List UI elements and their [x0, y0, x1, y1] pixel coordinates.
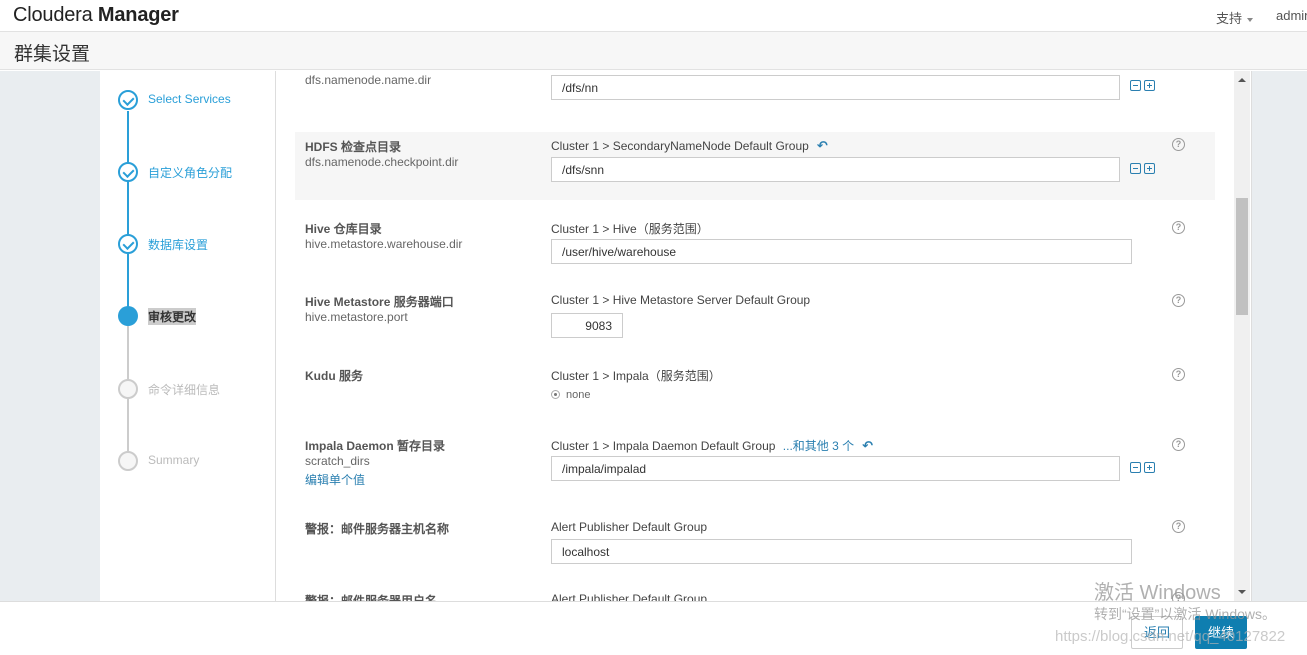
wizard-step-role-assignment[interactable]: 自定义角色分配	[118, 162, 278, 184]
setting-name: Impala Daemon 暂存目录	[305, 439, 446, 453]
setting-name: 警报：邮件服务器主机名称	[305, 522, 450, 536]
setting-name: HDFS 检查点目录	[305, 140, 402, 154]
metastore-port-input[interactable]	[551, 313, 623, 338]
help-icon[interactable]: ?	[1172, 592, 1185, 601]
wizard-step-label: 数据库设置	[148, 238, 209, 252]
setting-row-namenode-dir: dfs.namenode.name.dir	[295, 71, 1215, 121]
setting-row-alert-mail-host: 警报：邮件服务器主机名称 Alert Publisher Default Gro…	[295, 514, 1215, 574]
wizard-step-label: 自定义角色分配	[148, 166, 233, 180]
help-icon[interactable]: ?	[1172, 138, 1185, 151]
checkpoint-dir-input[interactable]	[551, 157, 1120, 182]
right-gutter	[1251, 71, 1307, 601]
setting-scope: Cluster 1 > Hive Metastore Server Defaul…	[551, 293, 811, 307]
progress-line-done	[127, 111, 129, 316]
setting-name: Kudu 服务	[305, 369, 363, 383]
setting-row-impala-scratch: Impala Daemon 暂存目录 scratch_dirs 编辑单个值 Cl…	[295, 431, 1215, 501]
scroll-down-arrow-icon[interactable]	[1238, 590, 1246, 594]
undo-icon[interactable]: ↶	[862, 438, 873, 454]
help-icon[interactable]: ?	[1172, 294, 1185, 307]
setting-scope: Cluster 1 > Impala Daemon Default Group …	[551, 437, 873, 454]
top-navbar: Cloudera Manager 支持 admin	[0, 0, 1307, 32]
edit-individual-values-link[interactable]: 编辑单个值	[305, 471, 365, 488]
wizard-step-label: Summary	[148, 453, 200, 467]
scroll-up-arrow-icon[interactable]	[1238, 78, 1246, 82]
settings-scrollbar[interactable]	[1234, 71, 1250, 601]
help-icon[interactable]: ?	[1172, 520, 1185, 533]
wizard-step-database-setup[interactable]: 数据库设置	[118, 234, 278, 256]
setting-key: hive.metastore.port	[305, 310, 408, 324]
wizard-step-select-services[interactable]: Select Services	[118, 90, 278, 112]
wizard-step-review-changes: 审核更改	[118, 306, 278, 328]
check-circle-icon	[118, 162, 138, 182]
brand-logo[interactable]: Cloudera Manager	[13, 4, 179, 27]
setting-row-alert-mail-user: 警报：邮件服务器用户名 Alert Publisher Default Grou…	[295, 586, 1215, 601]
setting-scope: Cluster 1 > Impala（服务范围）	[551, 369, 721, 383]
scrollbar-thumb[interactable]	[1236, 198, 1248, 315]
page-title: 群集设置	[14, 44, 91, 65]
radio-selected-icon	[551, 390, 560, 399]
check-circle-icon	[118, 234, 138, 254]
support-menu-label: 支持	[1216, 11, 1243, 26]
value-controls	[1130, 462, 1155, 473]
empty-circle-icon	[118, 379, 138, 399]
alert-mail-host-input[interactable]	[551, 539, 1132, 564]
back-button[interactable]: 返回	[1131, 616, 1184, 649]
brand-light: Cloudera	[13, 4, 93, 26]
setting-scope: Alert Publisher Default Group	[551, 592, 708, 601]
setting-key: dfs.namenode.checkpoint.dir	[305, 155, 459, 169]
undo-icon[interactable]: ↶	[817, 138, 828, 154]
radio-label: none	[566, 389, 591, 401]
setting-name: 警报：邮件服务器用户名	[305, 594, 438, 601]
add-value-icon[interactable]	[1144, 163, 1155, 174]
continue-button[interactable]: 继续	[1195, 616, 1248, 649]
setting-name: Hive Metastore 服务器端口	[305, 295, 454, 309]
setting-scope: Cluster 1 > Hive（服务范围）	[551, 222, 709, 236]
check-circle-icon	[118, 90, 138, 110]
namenode-dir-input[interactable]	[551, 75, 1120, 100]
user-menu-label: admin	[1276, 8, 1307, 23]
hive-warehouse-input[interactable]	[551, 239, 1132, 264]
wizard-step-summary: Summary	[118, 451, 278, 473]
other-groups-link[interactable]: ...和其他 3 个	[783, 439, 854, 453]
setting-scope: Alert Publisher Default Group	[551, 520, 708, 534]
impala-scratch-input[interactable]	[551, 456, 1120, 481]
setting-scope: Cluster 1 > SecondaryNameNode Default Gr…	[551, 138, 828, 154]
remove-value-icon[interactable]	[1130, 462, 1141, 473]
wizard-step-label: Select Services	[148, 92, 231, 106]
wizard-step-label: 审核更改	[148, 308, 197, 325]
help-icon[interactable]: ?	[1172, 221, 1185, 234]
setting-name: Hive 仓库目录	[305, 222, 382, 236]
current-step-dot-icon	[118, 306, 138, 326]
wizard-step-label: 命令详细信息	[148, 383, 221, 397]
setting-row-kudu-service: Kudu 服务 Cluster 1 > Impala（服务范围） ? none	[295, 361, 1215, 411]
help-icon[interactable]: ?	[1172, 368, 1185, 381]
add-value-icon[interactable]	[1144, 462, 1155, 473]
chevron-down-icon	[1247, 17, 1254, 22]
scope-label: Cluster 1 > Impala Daemon Default Group	[551, 439, 776, 453]
brand-bold: Manager	[97, 4, 179, 26]
support-menu[interactable]: 支持	[1216, 8, 1254, 27]
help-icon[interactable]: ?	[1172, 438, 1185, 451]
title-bar: 群集设置	[0, 32, 1307, 70]
value-controls	[1130, 163, 1155, 174]
remove-value-icon[interactable]	[1130, 80, 1141, 91]
setting-key: dfs.namenode.name.dir	[305, 73, 432, 87]
kudu-none-radio[interactable]: none	[551, 389, 590, 401]
scope-label: Cluster 1 > SecondaryNameNode Default Gr…	[551, 139, 809, 153]
wizard-step-command-details: 命令详细信息	[118, 379, 278, 401]
value-controls	[1130, 80, 1155, 91]
settings-panel: dfs.namenode.name.dir HDFS 检查点目录 dfs.nam…	[277, 71, 1234, 601]
add-value-icon[interactable]	[1144, 80, 1155, 91]
left-gutter	[0, 71, 100, 601]
remove-value-icon[interactable]	[1130, 163, 1141, 174]
user-menu[interactable]: admin	[1276, 8, 1307, 23]
empty-circle-icon	[118, 451, 138, 471]
setting-row-hive-metastore-port: Hive Metastore 服务器端口 hive.metastore.port…	[295, 287, 1215, 347]
setting-key: scratch_dirs	[305, 454, 370, 468]
wizard-footer: 返回 继续	[0, 601, 1307, 655]
setting-key: hive.metastore.warehouse.dir	[305, 237, 463, 251]
setting-row-hdfs-checkpoint: HDFS 检查点目录 dfs.namenode.checkpoint.dir C…	[295, 132, 1215, 200]
wizard-steps: Select Services 自定义角色分配 数据库设置 审核更改 命令详细信…	[100, 71, 276, 601]
setting-row-hive-warehouse: Hive 仓库目录 hive.metastore.warehouse.dir C…	[295, 214, 1215, 274]
